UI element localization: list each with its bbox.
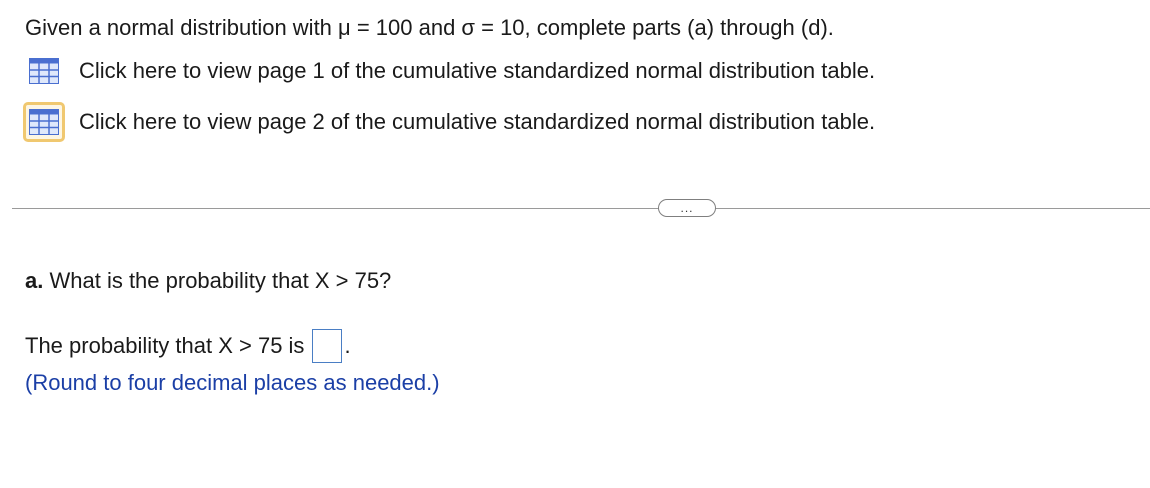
- answer-prefix: The probability that X > 75 is: [25, 333, 305, 358]
- part-a-answer-line: The probability that X > 75 is .: [25, 327, 351, 365]
- table-link-page-2[interactable]: Click here to view page 2 of the cumulat…: [23, 102, 875, 142]
- probability-answer-input[interactable]: [312, 329, 343, 363]
- table-link-page-2-label[interactable]: Click here to view page 2 of the cumulat…: [79, 109, 875, 135]
- question-header: Given a normal distribution with μ = 100…: [25, 15, 834, 40]
- rounding-instruction: (Round to four decimal places as needed.…: [25, 370, 440, 395]
- part-a-question: a. What is the probability that X > 75?: [25, 267, 391, 295]
- section-divider: [12, 208, 1150, 209]
- table-icon[interactable]: [23, 102, 65, 142]
- more-options-button[interactable]: ...: [658, 199, 716, 217]
- answer-suffix: .: [344, 333, 351, 358]
- table-link-page-1-label[interactable]: Click here to view page 1 of the cumulat…: [79, 58, 875, 84]
- table-icon[interactable]: [23, 51, 65, 91]
- part-a-question-text: What is the probability that X > 75?: [49, 268, 392, 293]
- table-link-page-1[interactable]: Click here to view page 1 of the cumulat…: [25, 51, 875, 91]
- part-a-letter: a.: [25, 268, 44, 293]
